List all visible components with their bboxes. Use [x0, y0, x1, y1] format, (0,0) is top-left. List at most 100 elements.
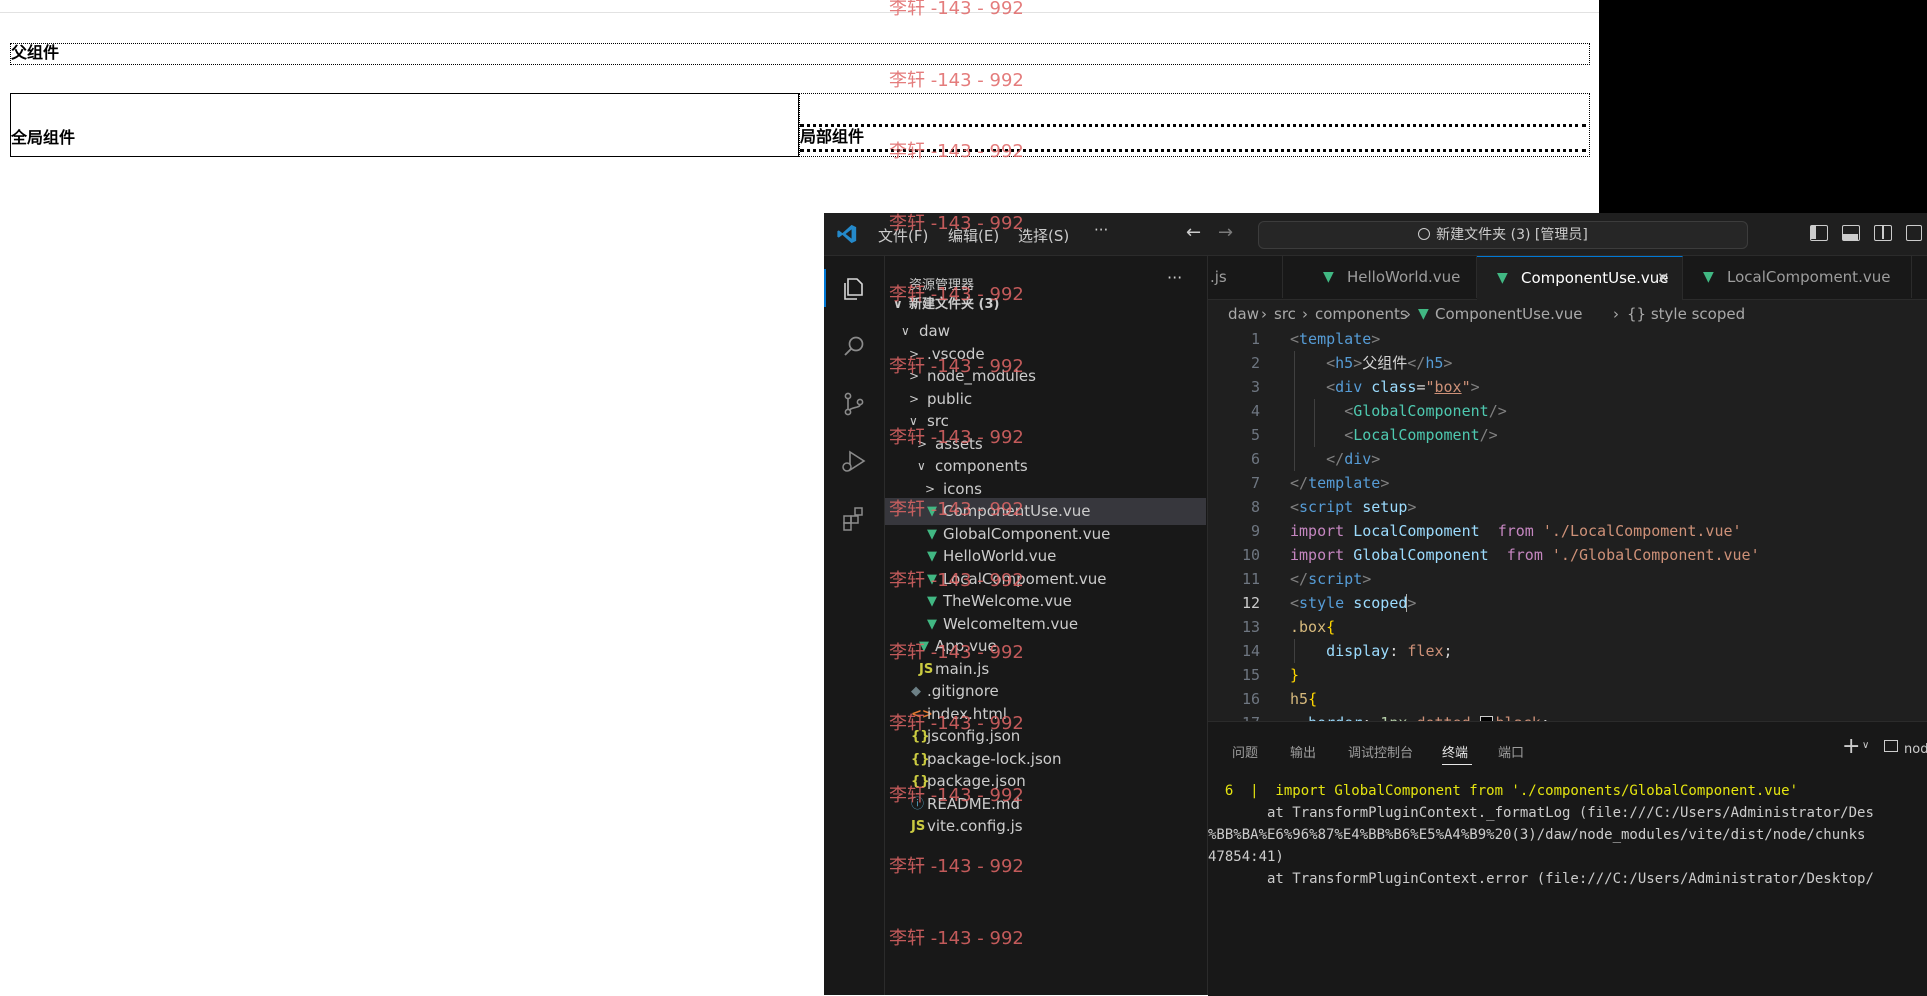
watermark-text: 李轩 -143 - 992 [889, 284, 1024, 305]
breadcrumb-item[interactable]: {} style scoped [1627, 301, 1745, 327]
line-number: 7 [1250, 474, 1260, 492]
panel-tab-output[interactable]: 输出 [1290, 742, 1316, 761]
search-view-icon[interactable] [839, 332, 869, 362]
line-number: 2 [1250, 354, 1260, 372]
watermark-text: 李轩 -143 - 992 [889, 713, 1024, 734]
activity-bar [824, 256, 885, 995]
watermark-text: 李轩 -143 - 992 [889, 0, 1024, 19]
run-debug-icon[interactable] [839, 446, 869, 476]
command-center-label: 新建文件夹 (3) [管理员] [1436, 227, 1588, 243]
watermark-text: 李轩 -143 - 992 [889, 212, 1024, 234]
editor-tabs: .js ▼ HelloWorld.vue ▼ ComponentUse.vue … [1208, 256, 1927, 300]
watermark-text: 李轩 -143 - 992 [889, 784, 1024, 806]
line-number: 4 [1250, 402, 1260, 420]
js-file-icon: JS [911, 819, 926, 834]
toggle-secondary-sidebar-icon[interactable] [1874, 225, 1892, 241]
panel-tab-ports[interactable]: 端口 [1498, 742, 1524, 761]
watermark-text: 李轩 -143 - 992 [889, 498, 1024, 520]
watermark-text: 李轩 -143 - 992 [889, 427, 1024, 448]
code-line: import LocalCompoment from './LocalCompo… [1290, 522, 1742, 540]
line-number: 9 [1250, 522, 1260, 540]
vue-file-icon: ▼ [1703, 269, 1714, 285]
menu-selection[interactable]: 选择(S) [1018, 225, 1069, 246]
line-number: 16 [1241, 690, 1260, 708]
command-center[interactable]: 新建文件夹 (3) [管理员] [1258, 221, 1748, 249]
code-line: <script setup> [1290, 498, 1417, 516]
vue-file-icon: ▼ [1497, 270, 1508, 286]
explorer-icon[interactable] [839, 273, 869, 303]
tab-js[interactable]: .js [1208, 256, 1283, 298]
customize-layout-icon[interactable] [1906, 225, 1922, 241]
tab-localcompoment[interactable]: ▼ LocalCompoment.vue [1683, 256, 1912, 298]
line-number: 15 [1241, 666, 1260, 684]
chevron-right-icon: › [1613, 305, 1619, 323]
terminal-line: 47854:41) [1208, 849, 1284, 865]
panel-tab-terminal[interactable]: 终端 [1442, 742, 1468, 761]
breadcrumb-item[interactable]: ComponentUse.vue [1435, 301, 1583, 327]
panel-tab-problems[interactable]: 问题 [1232, 742, 1258, 761]
forward-arrow-icon[interactable]: → [1218, 222, 1233, 243]
close-icon[interactable]: ✕ [1657, 257, 1670, 299]
panel-tab-debug-console[interactable]: 调试控制台 [1348, 742, 1413, 761]
breadcrumb-item[interactable]: daw [1228, 301, 1259, 327]
tab-helloworld[interactable]: ▼ HelloWorld.vue [1283, 256, 1477, 298]
watermark-text: 李轩 -143 - 992 [889, 856, 1024, 877]
page-top-divider [0, 12, 1599, 13]
search-icon [1418, 228, 1431, 240]
terminal-shell-label[interactable]: node [1904, 742, 1927, 757]
toggle-primary-sidebar-icon[interactable] [1810, 225, 1828, 241]
toggle-panel-icon[interactable] [1842, 225, 1860, 241]
parent-component-heading: 父组件 [10, 43, 1590, 65]
code-line: h5{ [1290, 690, 1318, 708]
extensions-icon[interactable] [839, 504, 869, 534]
terminal-line: 6 | import GlobalComponent from './compo… [1208, 783, 1799, 799]
line-number: 13 [1241, 618, 1260, 636]
code-line-current: <style scoped> [1290, 594, 1417, 612]
watermark-text: 李轩 -143 - 992 [889, 69, 1024, 91]
code-line: .box{ [1290, 618, 1336, 636]
active-view-indicator [824, 269, 826, 307]
line-number: 8 [1250, 498, 1260, 516]
vue-file-icon: ▼ [1418, 306, 1429, 322]
code-line: display: flex; [1326, 642, 1453, 660]
terminal-line: at TransformPluginContext._formatLog (fi… [1208, 805, 1874, 821]
terminal-output[interactable]: 6 | import GlobalComponent from './compo… [1208, 780, 1927, 996]
tab-componentuse[interactable]: ▼ ComponentUse.vue ✕ [1477, 256, 1683, 300]
new-terminal-button[interactable]: + [1842, 734, 1860, 759]
line-number: 5 [1250, 426, 1260, 444]
code-line: <template> [1290, 330, 1381, 348]
breadcrumb-item[interactable]: components [1315, 301, 1408, 327]
line-number: 11 [1241, 570, 1260, 588]
line-number: 1 [1250, 330, 1260, 348]
watermark-text: 李轩 -143 - 992 [889, 927, 1024, 949]
desktop-background [1599, 0, 1927, 214]
breadcrumb-item[interactable]: src [1274, 301, 1296, 327]
code-line: </template> [1290, 474, 1390, 492]
line-number: 6 [1250, 450, 1260, 468]
vscode-logo-icon [837, 224, 857, 244]
chevron-right-icon: › [1261, 305, 1267, 323]
chevron-down-icon[interactable]: ∨ [1862, 740, 1869, 751]
code-line: } [1290, 666, 1300, 684]
line-number: 3 [1250, 378, 1260, 396]
code-line: <h5>父组件</h5> [1326, 354, 1453, 372]
code-line: <div class="box"> [1326, 378, 1480, 396]
breadcrumb: daw › src › components › ▼ ComponentUse.… [1208, 301, 1927, 327]
component-box: 全局组件 局部组件 [10, 93, 1590, 157]
explorer-more-button[interactable]: ··· [1167, 268, 1182, 287]
watermark-text: 李轩 -143 - 992 [889, 570, 1024, 591]
vue-file-icon: ▼ [1323, 269, 1334, 285]
line-number: 12 [1241, 594, 1260, 612]
line-number: 10 [1241, 546, 1260, 564]
line-number: 14 [1241, 642, 1260, 660]
source-control-icon[interactable] [839, 389, 869, 419]
code-editor[interactable]: 1234567891011121314151617 <template> <h5… [1208, 327, 1927, 732]
tree-item[interactable]: JS vite.config.js [885, 813, 1206, 840]
back-arrow-icon[interactable]: ← [1186, 222, 1201, 243]
code-line: <GlobalComponent/> [1344, 402, 1507, 420]
menu-more[interactable]: ··· [1094, 221, 1108, 239]
terminal-line: at TransformPluginContext.error (file://… [1208, 871, 1874, 887]
tree-item-label: vite.config.js [927, 817, 1023, 835]
code-line: </div> [1326, 450, 1381, 468]
watermark-text: 李轩 -143 - 992 [889, 641, 1024, 663]
